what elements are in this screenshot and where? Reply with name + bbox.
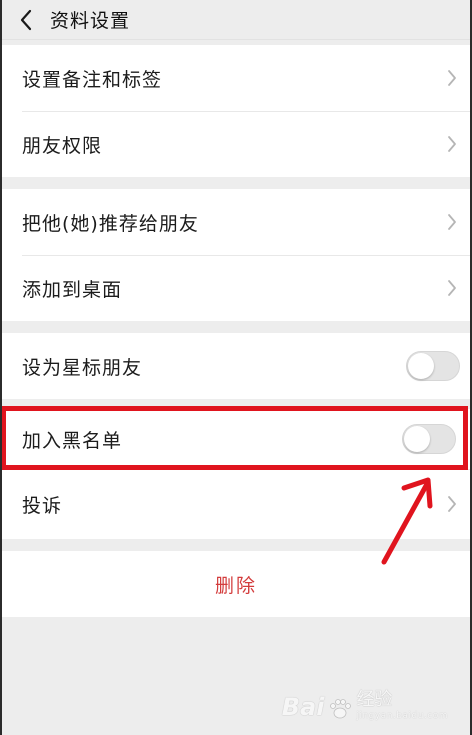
row-set-remark-and-tags[interactable]: 设置备注和标签 — [0, 45, 472, 111]
row-label: 把他(她)推荐给朋友 — [22, 212, 199, 235]
row-label: 设置备注和标签 — [22, 68, 163, 91]
star-friend-toggle[interactable] — [406, 351, 460, 381]
row-star-friend: 设为星标朋友 — [0, 333, 472, 399]
row-label: 设为星标朋友 — [22, 356, 143, 379]
left-frame-border — [0, 0, 2, 735]
row-add-to-blacklist: 加入黑名单 — [0, 409, 472, 469]
watermark-cn-text: 经验 — [356, 689, 393, 710]
chevron-right-icon — [448, 70, 456, 86]
row-complain[interactable]: 投诉 — [0, 469, 472, 539]
row-label: 投诉 — [22, 494, 63, 517]
row-label: 朋友权限 — [22, 134, 103, 157]
settings-group-share: 把他(她)推荐给朋友 添加到桌面 — [0, 189, 472, 321]
row-label: 加入黑名单 — [22, 429, 123, 452]
watermark-logo-text: Bai — [281, 693, 325, 721]
blacklist-toggle[interactable] — [402, 424, 456, 454]
chevron-left-icon — [20, 9, 32, 30]
delete-button[interactable]: 删除 — [0, 551, 472, 617]
paw-icon — [330, 699, 352, 719]
back-button[interactable] — [6, 0, 46, 40]
baidu-jingyan-watermark: Bai 经验 jingyan.baidu.com — [282, 685, 448, 721]
toggle-knob — [408, 353, 434, 379]
chevron-right-icon — [448, 136, 456, 152]
row-add-to-desktop[interactable]: 添加到桌面 — [0, 255, 472, 321]
top-nav-bar: 资料设置 — [0, 0, 472, 40]
settings-group-remark: 设置备注和标签 朋友权限 — [0, 45, 472, 177]
chevron-right-icon — [448, 280, 456, 296]
watermark-url-text: jingyan.baidu.com — [356, 711, 448, 721]
row-recommend-to-friend[interactable]: 把他(她)推荐给朋友 — [0, 189, 472, 255]
settings-group-block: 加入黑名单 投诉 — [0, 409, 472, 539]
watermark-text-block: 经验 jingyan.baidu.com — [356, 685, 448, 721]
row-friend-permissions[interactable]: 朋友权限 — [0, 111, 472, 177]
delete-label: 删除 — [214, 574, 257, 597]
toggle-knob — [404, 426, 430, 452]
chevron-right-icon — [448, 214, 456, 230]
settings-group-star: 设为星标朋友 — [0, 333, 472, 399]
page-title: 资料设置 — [50, 10, 131, 32]
row-label: 添加到桌面 — [22, 278, 123, 301]
chevron-right-icon — [448, 496, 456, 512]
